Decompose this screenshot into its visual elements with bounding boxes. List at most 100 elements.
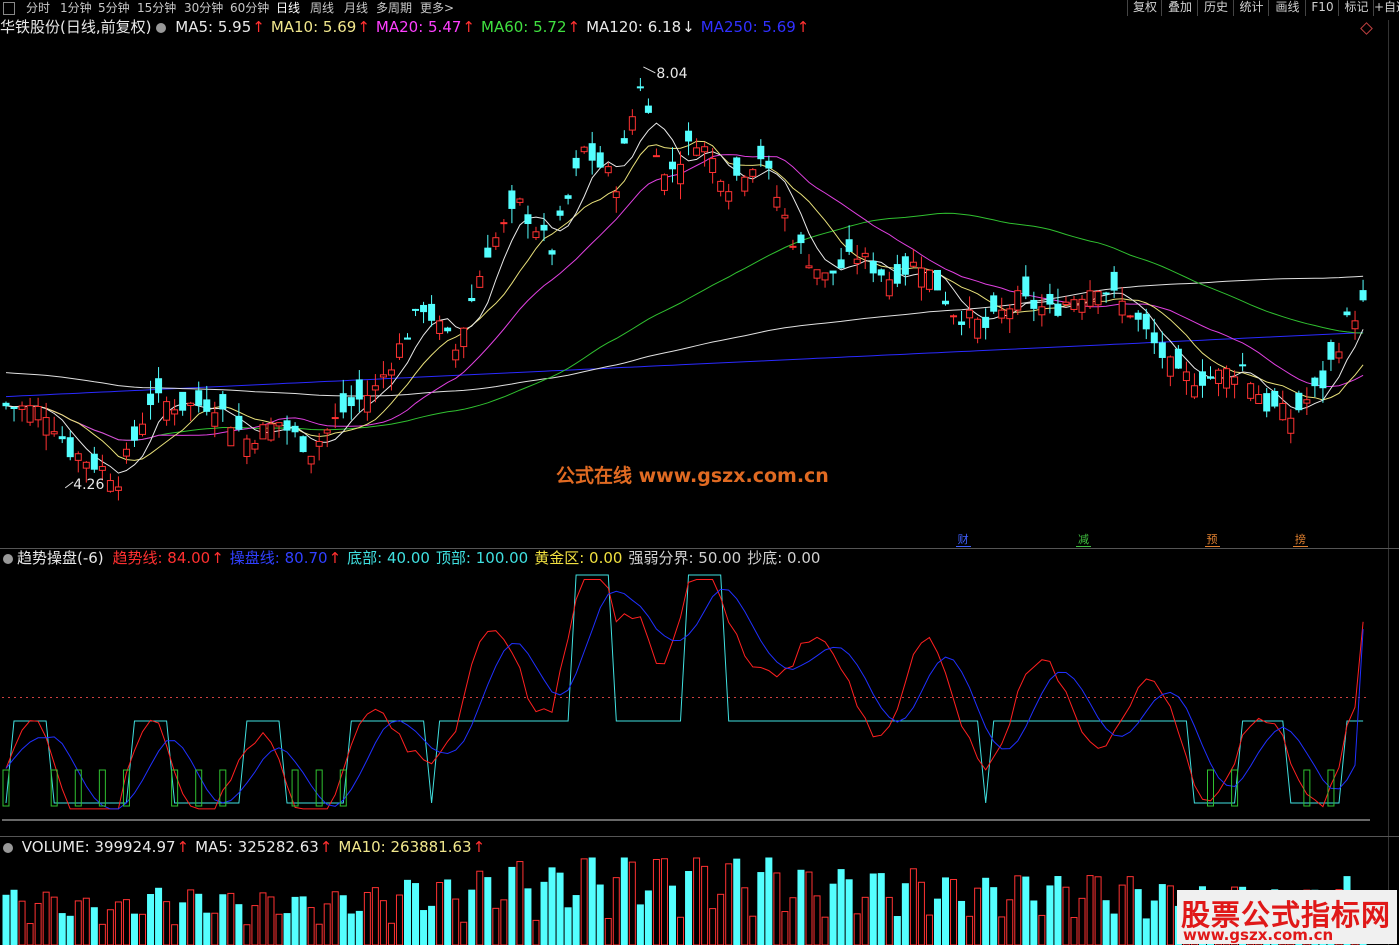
candle-body [66, 437, 74, 458]
candle-body [741, 176, 749, 192]
candle-body [508, 190, 516, 209]
candle-body [837, 259, 845, 269]
candle-body [1158, 342, 1166, 358]
candle-body [773, 196, 781, 208]
candle-body [1110, 271, 1118, 291]
candle-body [26, 405, 34, 423]
volume-bar [693, 857, 701, 945]
event-marker[interactable]: 预 [1204, 533, 1220, 547]
candle-body [580, 146, 588, 153]
candle-body [532, 231, 540, 239]
volume-bar [468, 889, 476, 945]
volume-bar [636, 904, 644, 945]
volume-bar [901, 883, 909, 945]
volume-bar [998, 916, 1006, 945]
volume-bar [452, 898, 460, 945]
candle-body [1006, 308, 1014, 320]
candle-body [500, 222, 508, 225]
volume-bar [444, 879, 452, 945]
candle-body [765, 160, 773, 169]
volume-bar [845, 879, 853, 945]
indicator-title[interactable]: 趋势操盘(-6) [17, 549, 104, 567]
candle-body [436, 320, 444, 334]
candle-body [958, 321, 966, 325]
volume-bar [1046, 885, 1054, 945]
candle-body [460, 327, 468, 348]
candle-body [950, 315, 958, 318]
low-label: 4.26 [73, 477, 104, 493]
volume-bar [942, 877, 950, 945]
volume-bar [163, 901, 171, 945]
volume-bar [195, 893, 203, 945]
candle-body [1207, 376, 1214, 379]
event-marker[interactable]: 搒 [1292, 533, 1308, 547]
candle-body [821, 272, 829, 281]
volume-bar [869, 873, 877, 945]
candle-body [877, 269, 885, 276]
volume-bar [789, 897, 797, 945]
volume-bar [1134, 889, 1142, 945]
volume-bar [813, 895, 821, 945]
candle-body [1094, 291, 1102, 306]
candle-body [1118, 300, 1126, 316]
volume-bar [267, 896, 275, 945]
candle-body [548, 250, 556, 255]
candle-body [644, 105, 652, 113]
candle-body [1102, 292, 1110, 295]
volume-bar [235, 904, 243, 945]
candle-body [235, 415, 243, 430]
indicator-dropdown-icon[interactable] [3, 554, 13, 564]
candle-body [1247, 383, 1255, 399]
candle-body [283, 420, 291, 431]
volume-dropdown-icon[interactable] [3, 843, 13, 853]
candle-body [1182, 371, 1190, 382]
candle-body [243, 438, 251, 457]
volume-bar [363, 891, 371, 945]
candle-body [1166, 356, 1174, 377]
candle-body [757, 145, 765, 160]
volume-bar [757, 872, 765, 945]
candle-body [484, 247, 492, 258]
candle-body [299, 436, 307, 453]
volume-bar [291, 896, 299, 945]
volume-bar [1062, 886, 1070, 945]
volume-bar [90, 907, 98, 945]
candle-body [452, 349, 460, 361]
volume-bar [725, 863, 733, 945]
volume-bar [877, 873, 885, 945]
candle-body [1078, 298, 1086, 313]
candle-body [1319, 370, 1327, 389]
candle-body [749, 169, 757, 177]
volume-bar [668, 885, 676, 945]
candle-body [90, 453, 98, 470]
candle-body [428, 303, 436, 321]
volume-bar [275, 913, 283, 945]
volume-bar [588, 857, 596, 945]
volume-bar [644, 890, 652, 945]
candle-body [604, 166, 612, 174]
ma120-line [5, 275, 1364, 397]
candle-body [34, 406, 42, 421]
candle-body [1239, 364, 1247, 367]
candle-body [998, 309, 1006, 319]
candle-body [556, 210, 564, 216]
candle-body [516, 198, 524, 203]
volume-bar [371, 887, 379, 945]
candle-body [1046, 293, 1054, 305]
event-marker[interactable]: 财 [955, 533, 971, 547]
candle-body [1335, 351, 1343, 359]
volume-bar [331, 891, 339, 945]
volume-bar [26, 923, 34, 945]
event-marker[interactable]: 减 [1076, 533, 1092, 547]
volume-bar [596, 884, 604, 945]
volume-bar [347, 913, 355, 945]
volume-bar [741, 887, 749, 945]
candle-body [620, 138, 628, 144]
candle-body [387, 369, 395, 376]
candle-body [412, 308, 420, 311]
volume-bar [66, 915, 74, 945]
golden-mark [98, 769, 106, 807]
candle-body [861, 252, 869, 258]
legend-item: 黄金区: 0.00 [534, 549, 623, 567]
candle-body [187, 402, 195, 407]
